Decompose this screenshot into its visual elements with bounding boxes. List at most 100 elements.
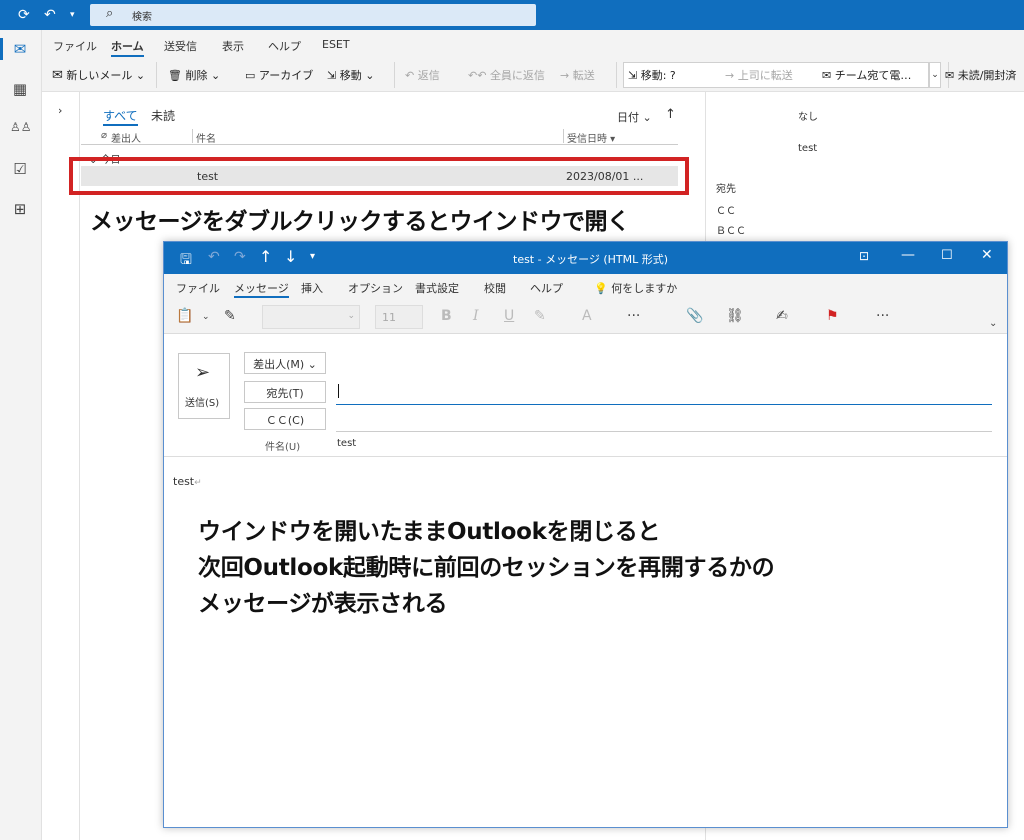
quick-step-to-manager[interactable]: → 上司に転送 <box>725 67 793 83</box>
tab-help[interactable]: ヘルプ <box>530 280 563 296</box>
paste-dropdown-icon[interactable]: ⌄ <box>202 312 210 322</box>
tab-options[interactable]: オプション <box>348 280 403 296</box>
quick-step-team-email-label: チーム宛て電… <box>834 69 912 82</box>
calendar-icon[interactable]: ▦ <box>10 80 30 100</box>
to-button[interactable]: 宛先(T) <box>244 381 326 403</box>
people-icon[interactable]: ♙♙ <box>10 120 32 140</box>
mail-icon[interactable]: ✉ <box>10 40 30 60</box>
from-label: 差出人(M) <box>253 358 305 371</box>
tasks-icon[interactable]: ☑ <box>10 160 30 180</box>
underline-icon[interactable]: U <box>504 308 514 324</box>
quick-access-dropdown-icon[interactable]: ▾ <box>70 10 75 20</box>
column-sender[interactable]: 差出人 <box>111 130 141 145</box>
cc-button[interactable]: ＣＣ(C) <box>244 408 326 430</box>
redo-icon[interactable]: ↷ <box>234 249 246 265</box>
font-name-select[interactable]: ⌄ <box>262 305 360 329</box>
paragraph-mark-icon: ↵ <box>194 478 202 488</box>
next-item-icon[interactable]: ↓ <box>284 247 297 266</box>
delete-button[interactable]: 🗑 削除 ⌄ <box>168 67 220 83</box>
quick-step-move[interactable]: ⇲ 移動: ? <box>628 67 676 83</box>
search-input[interactable]: 検索 <box>132 8 152 23</box>
tab-review[interactable]: 校閲 <box>484 280 506 296</box>
reply-button[interactable]: ↶ 返信 <box>405 67 440 83</box>
filter-tab-unread[interactable]: 未読 <box>151 107 175 124</box>
undo-icon[interactable]: ↶ <box>208 249 220 265</box>
message-body[interactable]: test↵ <box>173 475 202 488</box>
search-box[interactable]: ⌕ 検索 <box>90 4 536 26</box>
divider <box>394 62 395 88</box>
previous-item-icon[interactable]: ↑ <box>259 247 272 266</box>
cc-field[interactable] <box>336 406 992 432</box>
flag-icon[interactable]: ⚑ <box>826 308 839 324</box>
tab-message[interactable]: メッセージ <box>234 280 289 298</box>
reading-pane-to-label: 宛先 <box>716 184 736 195</box>
text-cursor <box>338 384 339 398</box>
sort-by-date-button[interactable]: 日付 ⌄ <box>617 109 652 125</box>
message-window-title: test - メッセージ (HTML 形式) <box>513 253 669 266</box>
column-divider <box>563 129 564 143</box>
link-icon[interactable]: ⛓ <box>726 308 744 324</box>
subject-field[interactable]: test <box>337 438 356 449</box>
signature-icon[interactable]: ✍ <box>776 308 788 324</box>
sync-icon[interactable]: ⟳ <box>18 7 30 23</box>
expand-ribbon-icon[interactable]: ⌄ <box>989 318 997 329</box>
sort-direction-icon[interactable]: ↑ <box>665 107 676 122</box>
unread-read-button[interactable]: ✉ 未読/開封済 <box>945 67 1016 83</box>
divider <box>156 62 157 88</box>
message-window-toolbar: 📋 ⌄ ✎ ⌄ 11 B I U ✎ A ··· 📎 ⛓ ✍ ⚑ ··· ⌄ <box>164 300 1007 334</box>
tab-insert[interactable]: 挿入 <box>301 280 323 296</box>
delete-label: 削除 <box>185 69 208 82</box>
maximize-icon[interactable]: ☐ <box>941 248 953 263</box>
filter-tab-all[interactable]: すべて <box>103 107 138 126</box>
format-painter-icon[interactable]: ✎ <box>224 308 236 324</box>
bold-icon[interactable]: B <box>441 308 452 324</box>
attach-file-icon[interactable]: 📎 <box>686 308 703 324</box>
message-window-ribbon-tabs: ファイル メッセージ 挿入 オプション 書式設定 校閲 ヘルプ 💡 何をしますか <box>164 274 1007 300</box>
column-subject[interactable]: 件名 <box>196 130 216 145</box>
more-commands-icon[interactable]: ··· <box>876 308 889 324</box>
highlight-icon[interactable]: ✎ <box>534 308 546 324</box>
italic-icon[interactable]: I <box>473 308 479 324</box>
reply-all-button[interactable]: ↶↶ 全員に返信 <box>468 67 545 83</box>
tab-eset[interactable]: ESET <box>322 38 350 51</box>
quick-step-team-email[interactable]: ✉ チーム宛て電… <box>822 67 911 83</box>
envelope-open-icon: ✉ <box>945 69 955 82</box>
highlight-box <box>69 157 689 195</box>
quick-steps-more-button[interactable]: ⌄ <box>929 62 941 88</box>
new-mail-button[interactable]: ✉ 新しいメール ⌄ <box>52 67 145 83</box>
minimize-icon[interactable]: — <box>901 247 915 263</box>
save-icon[interactable]: 🖫 <box>180 249 192 273</box>
undo-icon[interactable]: ↶ <box>44 7 56 23</box>
column-received[interactable]: 受信日時 ▾ <box>567 130 615 145</box>
tab-send-receive[interactable]: 送受信 <box>164 38 197 54</box>
tab-home[interactable]: ホーム <box>111 38 144 57</box>
from-button[interactable]: 差出人(M) ⌄ <box>244 352 326 374</box>
quick-access-dropdown-icon[interactable]: ▾ <box>310 251 315 262</box>
ribbon-display-options-icon[interactable]: ⊡ <box>859 249 869 263</box>
expand-folder-pane-icon[interactable]: › <box>58 104 62 117</box>
tab-file[interactable]: ファイル <box>53 38 97 54</box>
font-color-icon[interactable]: A <box>582 308 592 324</box>
paste-icon[interactable]: 📋 <box>176 308 193 324</box>
divider <box>616 62 617 88</box>
archive-button[interactable]: ▭ アーカイブ <box>245 67 313 83</box>
new-mail-label: 新しいメール <box>66 69 133 82</box>
tab-view[interactable]: 表示 <box>222 38 244 54</box>
to-field[interactable] <box>336 379 992 405</box>
tab-file[interactable]: ファイル <box>176 280 220 296</box>
tell-me-box[interactable]: 💡 何をしますか <box>594 280 677 296</box>
tab-help[interactable]: ヘルプ <box>268 38 301 54</box>
forward-button[interactable]: → 転送 <box>560 67 595 83</box>
new-mail-icon: ✉ <box>52 68 63 83</box>
send-button[interactable]: ➢ 送信(S) <box>178 353 230 419</box>
move-icon: ⇲ <box>327 69 337 82</box>
apps-icon[interactable]: ⊞ <box>10 200 30 220</box>
close-icon[interactable]: ✕ <box>981 247 993 263</box>
move-button[interactable]: ⇲ 移動 ⌄ <box>327 67 374 83</box>
sort-label: 日付 <box>617 111 639 124</box>
more-formatting-icon[interactable]: ··· <box>627 308 640 324</box>
tell-me-label: 何をしますか <box>611 282 678 295</box>
active-indicator <box>0 38 3 60</box>
font-size-select[interactable]: 11 <box>375 305 423 329</box>
tab-format-text[interactable]: 書式設定 <box>415 280 459 296</box>
